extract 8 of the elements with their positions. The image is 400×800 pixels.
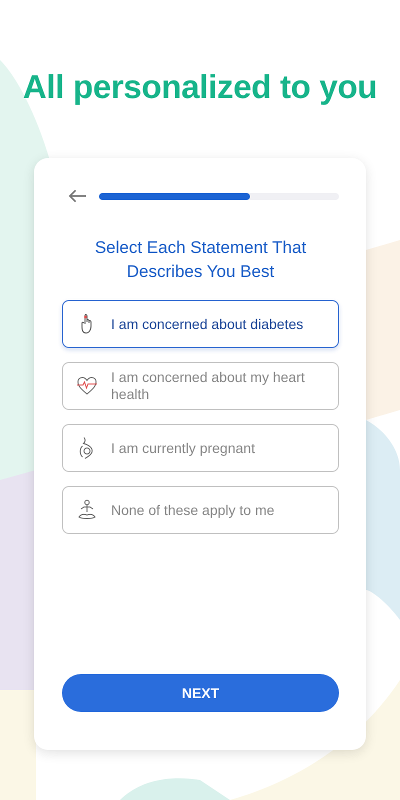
back-arrow-icon[interactable] [68, 188, 87, 204]
option-button[interactable]: I am currently pregnant [62, 424, 339, 472]
option-button[interactable]: I am concerned about my heart health [62, 362, 339, 410]
option-button[interactable]: None of these apply to me [62, 486, 339, 534]
headline: All personalized to you [22, 68, 378, 106]
next-button[interactable]: NEXT [62, 674, 339, 712]
question-title: Select Each Statement That Describes You Best [94, 237, 308, 283]
option-button[interactable]: I am concerned about diabetes [62, 300, 339, 348]
